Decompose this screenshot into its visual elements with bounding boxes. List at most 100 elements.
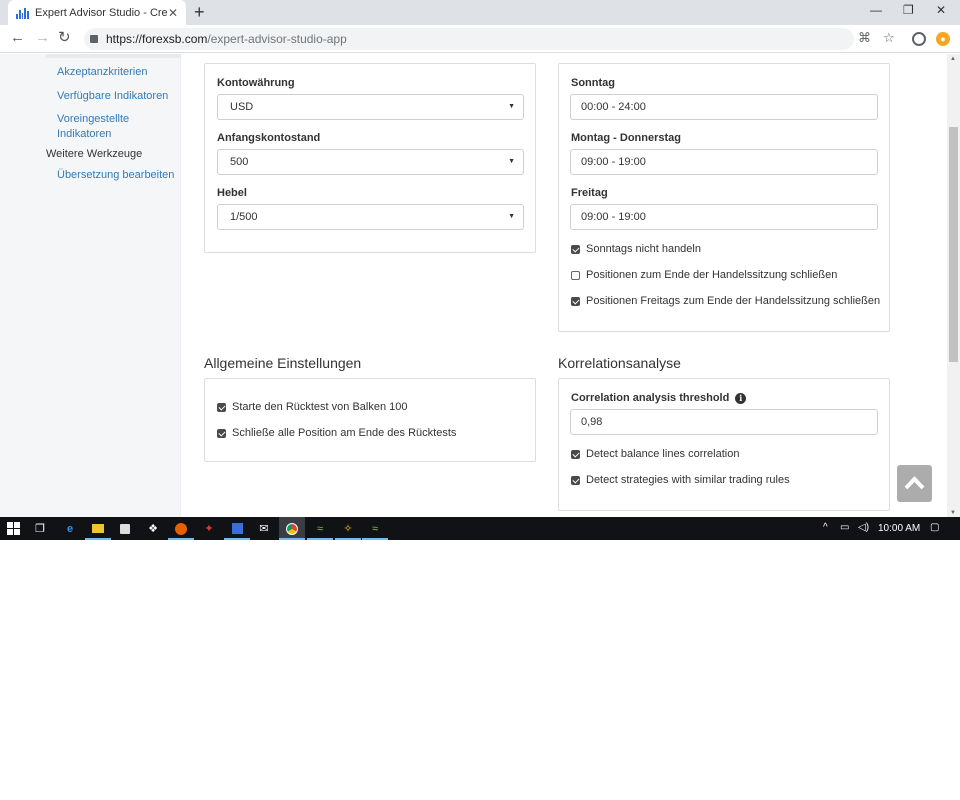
sidebar-heading-tools: Weitere Werkzeuge <box>46 148 143 160</box>
option-backtest-from-bar[interactable]: Starte den Rücktest von Balken 100 <box>217 401 408 413</box>
balance-value: 500 <box>230 156 249 168</box>
taskbar: ❐ e ❖ ✦ ✉ ≈ ✧ ≈ ^ ▭ ◁) 10:00 AM ▢ <box>0 517 960 540</box>
bookmark-star-icon[interactable]: ☆ <box>883 31 895 45</box>
scroll-to-top-button[interactable] <box>897 465 932 502</box>
sidebar-link-available-indicators[interactable]: Verfügbare Indikatoren <box>57 89 168 104</box>
sidebar-link-edit-translation[interactable]: Übersetzung bearbeiten <box>57 168 174 183</box>
info-icon[interactable]: i <box>735 393 747 404</box>
forex-app-2-icon[interactable]: ✧ <box>335 521 361 540</box>
tab-title: Expert Advisor Studio - Create an <box>35 6 168 19</box>
general-settings-title: Allgemeine Einstellungen <box>204 355 362 371</box>
tab-close-icon[interactable]: ✕ <box>168 6 178 20</box>
sunday-hours-input[interactable]: 00:00 - 24:00 <box>570 94 878 120</box>
mon-thu-label: Montag - Donnerstag <box>571 132 681 144</box>
general-settings-panel: Starte den Rücktest von Balken 100 Schli… <box>204 378 536 462</box>
trading-session-panel: Sonntag 00:00 - 24:00 Montag - Donnersta… <box>558 63 890 332</box>
notification-icon[interactable]: ▢ <box>930 522 939 533</box>
page-scrollbar[interactable]: ▲ ▼ <box>947 54 960 517</box>
currency-label: Kontowährung <box>217 77 295 89</box>
task-view-icon[interactable]: ❐ <box>31 521 49 536</box>
forward-arrow-icon[interactable]: → <box>35 30 50 46</box>
leverage-value: 1/500 <box>230 211 258 223</box>
threshold-input[interactable]: 0,98 <box>570 409 878 435</box>
new-tab-button[interactable]: + <box>194 3 205 21</box>
option-label: Starte den Rücktest von Balken 100 <box>232 401 408 413</box>
lock-icon <box>90 35 98 43</box>
option-label: Detect strategies with similar trading r… <box>586 474 790 486</box>
option-balance-lines-correlation[interactable]: Detect balance lines correlation <box>571 448 739 460</box>
leverage-label: Hebel <box>217 187 247 199</box>
scroll-up-icon[interactable]: ▲ <box>950 56 956 62</box>
dropbox-icon[interactable]: ❖ <box>144 521 162 536</box>
option-no-sunday-trading[interactable]: Sonntags nicht handeln <box>571 243 701 255</box>
currency-value: USD <box>230 101 254 113</box>
mon-thu-hours-input[interactable]: 09:00 - 19:00 <box>570 149 878 175</box>
chevron-down-icon: ▼ <box>508 213 515 220</box>
checkbox[interactable] <box>217 428 226 438</box>
balance-select[interactable]: 500 ▼ <box>217 149 524 175</box>
account-panel: Kontowährung USD ▼ Anfangskontostand 500… <box>204 63 536 253</box>
browser-tab-strip: Expert Advisor Studio - Create an ✕ + — … <box>0 0 960 25</box>
edge-browser-icon[interactable]: e <box>61 521 79 536</box>
option-label: Positionen zum Ende der Handelssitzung s… <box>586 269 838 281</box>
option-close-all-at-end[interactable]: Schließe alle Position am Ende des Rückt… <box>217 427 456 439</box>
page-content: Akzeptanzkriterien Verfügbare Indikatore… <box>0 54 947 517</box>
scroll-down-icon[interactable]: ▼ <box>950 510 956 516</box>
leverage-select[interactable]: 1/500 ▼ <box>217 204 524 230</box>
checkbox[interactable] <box>571 296 580 306</box>
minimize-button[interactable]: — <box>870 3 882 17</box>
site-favicon-icon <box>16 7 29 19</box>
reload-icon[interactable]: ↻ <box>58 30 71 46</box>
translate-icon[interactable]: ⌘ <box>858 31 871 45</box>
currency-select[interactable]: USD ▼ <box>217 94 524 120</box>
extension-icon[interactable]: ● <box>936 32 950 46</box>
file-explorer-icon[interactable] <box>85 521 111 540</box>
sunday-label: Sonntag <box>571 77 615 89</box>
store-icon[interactable] <box>116 521 134 536</box>
option-close-friday-session-end[interactable]: Positionen Freitags zum Ende der Handels… <box>571 295 880 307</box>
url-input[interactable]: https://forexsb.com/expert-advisor-studi… <box>84 28 854 50</box>
sidebar-link-preset-indicators[interactable]: Voreingestellte Indikatoren <box>57 112 147 142</box>
balance-label: Anfangskontostand <box>217 132 321 144</box>
taskbar-clock[interactable]: 10:00 AM <box>878 523 920 534</box>
tray-chevron-icon[interactable]: ^ <box>823 522 828 533</box>
chrome-icon[interactable] <box>279 521 305 540</box>
forex-app-3-icon[interactable]: ≈ <box>362 521 388 540</box>
sidebar-active-item <box>46 54 181 58</box>
threshold-label: Correlation analysis threshold i <box>571 392 747 404</box>
checkbox[interactable] <box>571 244 580 254</box>
checkbox[interactable] <box>571 475 580 485</box>
mon-thu-hours-value: 09:00 - 19:00 <box>581 156 646 168</box>
url-host: https://forexsb.com <box>106 32 208 46</box>
url-path: /expert-advisor-studio-app <box>207 32 347 46</box>
option-close-at-session-end[interactable]: Positionen zum Ende der Handelssitzung s… <box>571 269 837 281</box>
sidebar: Akzeptanzkriterien Verfügbare Indikatore… <box>0 54 181 517</box>
sunday-hours-value: 00:00 - 24:00 <box>581 101 646 113</box>
chevron-down-icon: ▼ <box>508 103 515 110</box>
windows-start-icon[interactable] <box>7 522 20 535</box>
browser-tab[interactable]: Expert Advisor Studio - Create an ✕ <box>8 0 186 25</box>
profile-avatar-icon[interactable] <box>912 32 926 46</box>
chevron-up-icon <box>904 476 925 490</box>
correlation-panel: Correlation analysis threshold i 0,98 Det… <box>558 378 890 511</box>
chevron-down-icon: ▼ <box>508 158 515 165</box>
back-arrow-icon[interactable]: ← <box>10 30 25 46</box>
address-bar: ← → ↻ https://forexsb.com/expert-advisor… <box>0 25 960 53</box>
app-red-icon[interactable]: ✦ <box>200 521 218 536</box>
checkbox[interactable] <box>571 449 580 459</box>
checkbox[interactable] <box>217 402 226 412</box>
volume-icon[interactable]: ◁) <box>858 522 869 533</box>
sidebar-link-acceptance-criteria[interactable]: Akzeptanzkriterien <box>57 65 148 80</box>
checkbox[interactable] <box>571 270 580 280</box>
friday-hours-value: 09:00 - 19:00 <box>581 211 646 223</box>
app-blue-icon[interactable] <box>224 521 250 540</box>
firefox-icon[interactable] <box>168 521 194 540</box>
friday-hours-input[interactable]: 09:00 - 19:00 <box>570 204 878 230</box>
forex-app-icon[interactable]: ≈ <box>307 521 333 540</box>
restore-button[interactable]: ❐ <box>903 3 914 17</box>
option-similar-rules[interactable]: Detect strategies with similar trading r… <box>571 474 790 486</box>
network-icon[interactable]: ▭ <box>840 522 849 533</box>
window-close-button[interactable]: ✕ <box>936 3 946 17</box>
mail-icon[interactable]: ✉ <box>255 521 273 536</box>
scrollbar-thumb[interactable] <box>949 127 958 362</box>
